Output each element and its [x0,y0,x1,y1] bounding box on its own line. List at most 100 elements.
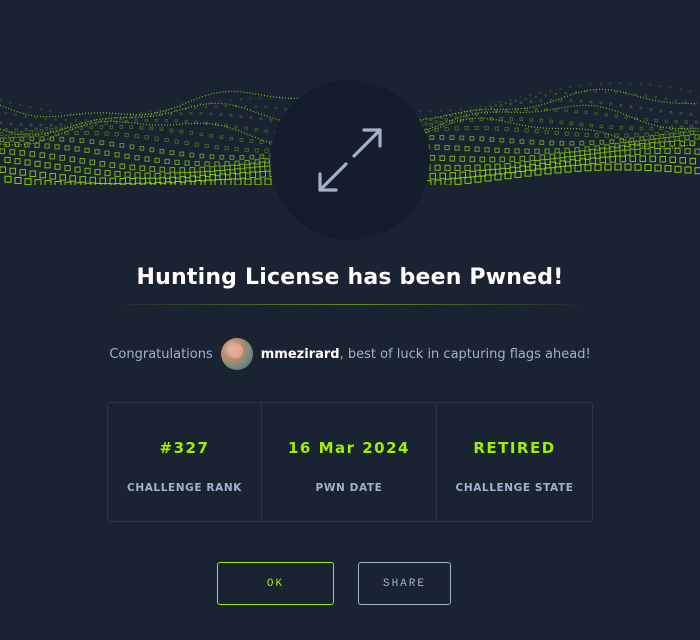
wave-cube [154,118,158,122]
stat-value: 16 Mar 2024 [287,439,410,457]
share-button[interactable]: SHARE [358,562,451,605]
wave-cube [494,163,501,170]
wave-cube [109,141,115,147]
wave-cube [434,179,442,185]
wave-cube [574,147,580,153]
wave-cube [584,111,588,115]
wave-cube [479,105,482,107]
wave-cube [249,97,252,100]
wave-cube [4,175,12,183]
wave-cube [614,163,622,171]
wave-cube [539,140,545,145]
wave-cube [664,97,667,100]
wave-cube [254,166,261,173]
wave-cube [239,115,243,118]
wave-cube [99,160,106,167]
wave-cube [499,137,505,143]
wave-cube [199,132,204,137]
wave-cube [114,170,121,178]
wave-cube [49,173,57,180]
wave-cube [269,118,273,122]
wave-cube [694,148,700,155]
wave-cube [474,146,480,152]
wave-cube [439,135,445,140]
wave-cube [49,128,54,132]
wave-cube [549,153,556,160]
stat-challenge-state: RETIRED CHALLENGE STATE [436,403,592,521]
wave-cube [464,146,470,152]
wave-cube [434,144,440,150]
wave-cube [104,131,109,136]
wave-cube [634,163,642,171]
congrats-suffix: , best of luck in capturing flags ahead! [339,346,591,362]
wave-cube [259,140,264,144]
wave-cube [514,127,519,132]
wave-cube [39,171,47,179]
wave-cube [69,175,77,182]
wave-cube [89,159,96,166]
wave-cube [579,84,582,87]
wave-cube [74,182,82,185]
wave-cube [9,122,13,126]
wave-cube [189,167,196,173]
wave-cube [534,129,539,134]
wave-cube [524,128,529,133]
wave-cube [679,157,687,164]
wave-cube [259,154,265,160]
wave-cube [454,177,462,185]
wave-cube [59,111,62,114]
wave-cube [674,165,682,173]
wave-cube [504,102,507,105]
wave-cube [204,143,209,148]
wave-cube [549,119,554,124]
wave-cube [684,135,690,141]
ok-button[interactable]: OK [217,562,334,605]
wave-cube [174,159,180,165]
wave-cube [79,121,83,125]
wave-cube [219,165,226,172]
wave-cube [484,126,489,131]
wave-cube [134,114,137,117]
wave-cube [649,155,657,163]
wave-cube [609,125,614,129]
wave-cube [544,130,549,135]
wave-cube [429,135,435,140]
wave-cube [244,148,249,152]
wave-cube [489,103,492,105]
wave-cube [264,129,268,133]
wave-cube [684,120,688,124]
wave-cube [79,113,82,116]
wave-cube [614,150,621,157]
wave-cube [94,182,102,185]
wave-cube [569,151,576,158]
wave-cube [524,148,530,154]
wave-cube [19,169,27,176]
wave-cube [69,137,75,143]
wave-cube [34,142,40,148]
wave-cube [649,135,655,140]
wave-cube [589,100,593,104]
wave-cube [199,153,205,159]
wave-cube [499,156,506,163]
wave-cube [239,163,246,170]
wave-cube [584,164,592,172]
wave-cube [119,143,125,148]
wave-cube [444,164,451,171]
wave-cube [659,109,663,113]
page-title: Hunting License has been Pwned! [136,265,564,290]
wave-cube [64,119,67,122]
wave-cube [214,145,219,150]
wave-cube [219,100,222,102]
wave-cube [614,91,617,94]
wave-cube [39,108,42,111]
wave-cube [504,148,510,154]
wave-cube [594,90,597,93]
wave-cube [134,155,140,161]
wave-cube [64,181,72,185]
wave-cube [459,171,467,179]
wave-cube [624,149,631,156]
wave-cube [499,101,502,103]
wave-cube [629,126,634,130]
wave-cube [189,112,193,115]
wave-cube [74,119,77,122]
